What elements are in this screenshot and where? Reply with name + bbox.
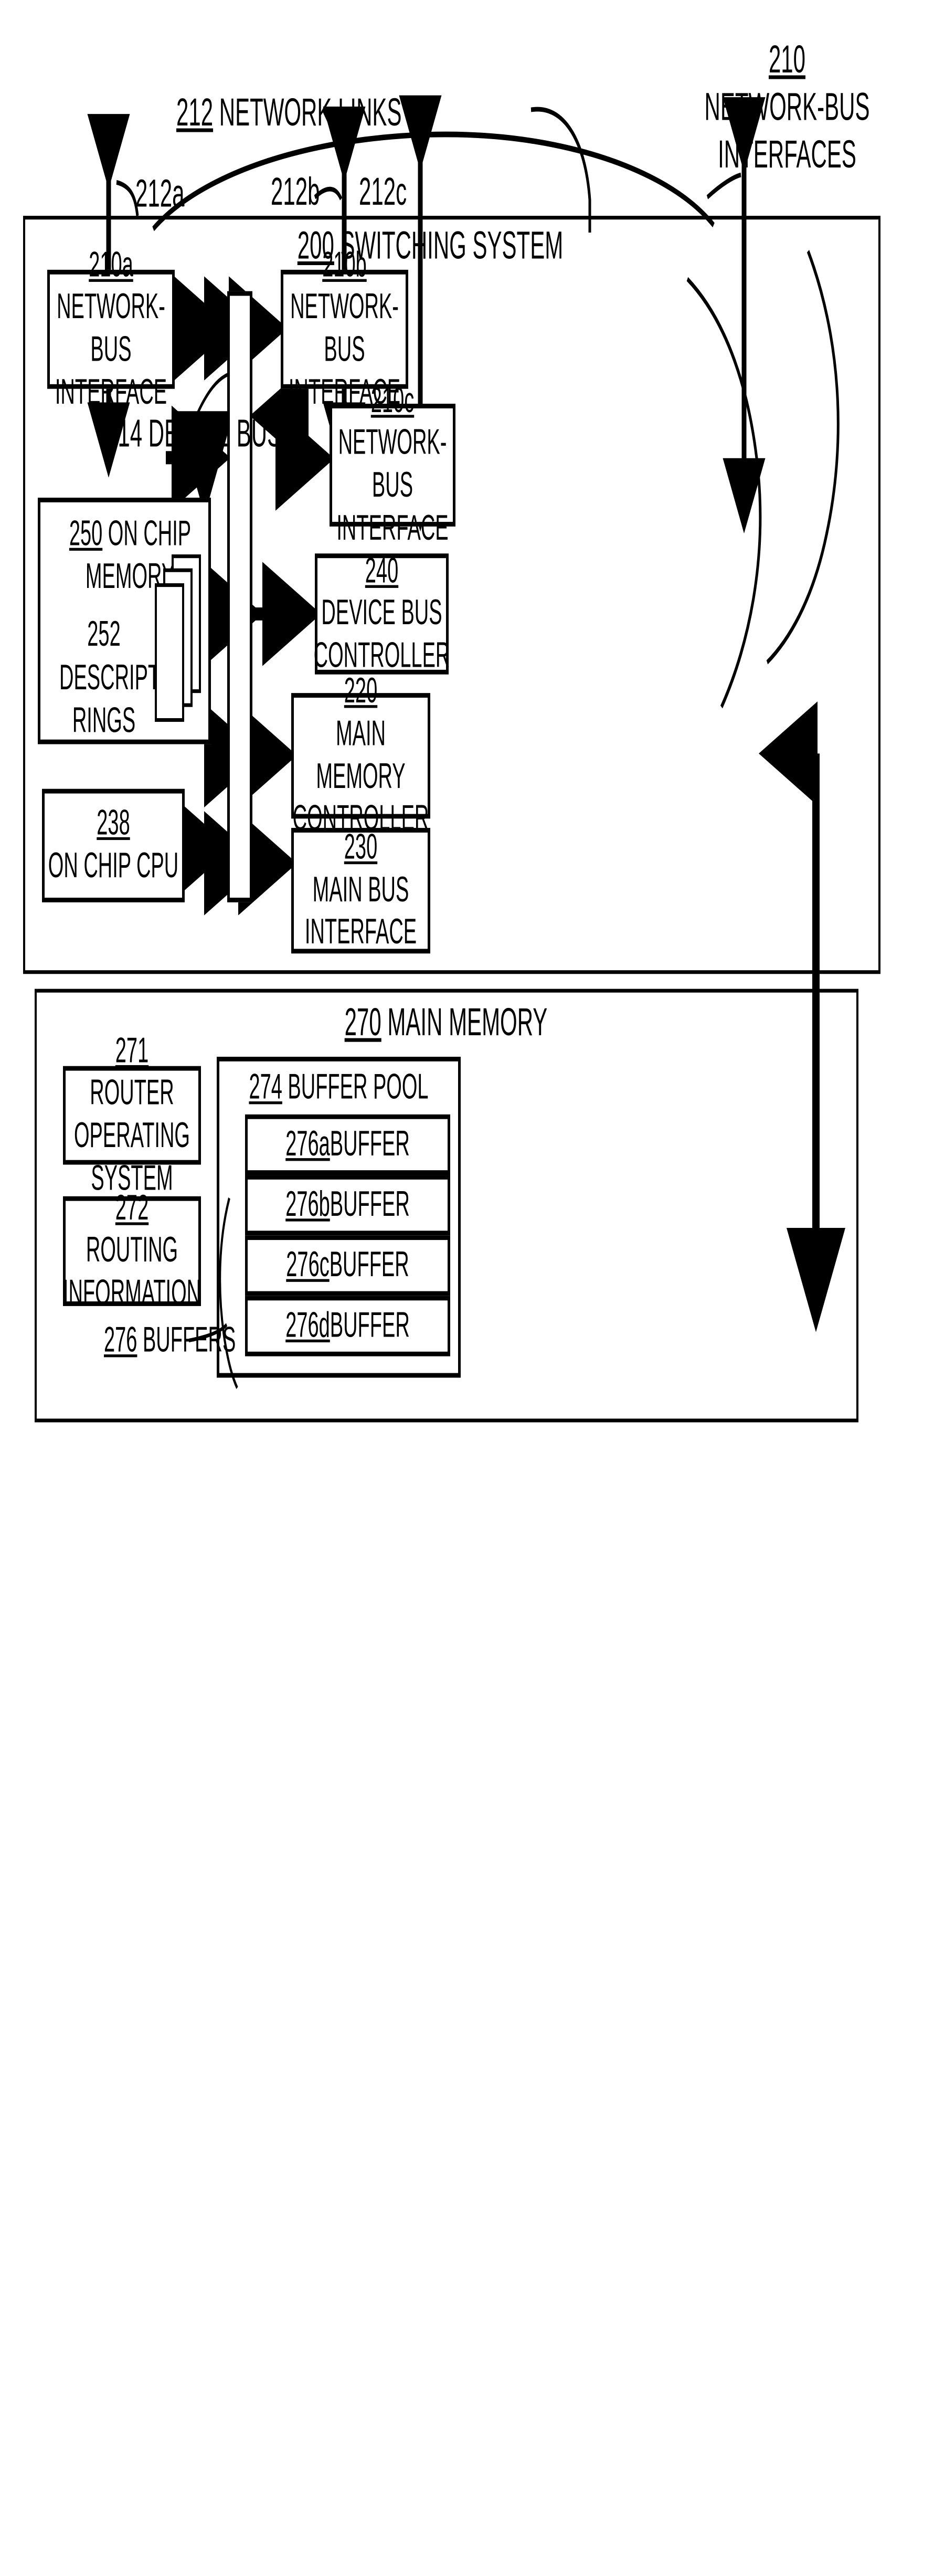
block-210b-line1: NETWORK-BUS bbox=[290, 288, 399, 370]
block-main-memory-controller[interactable]: 220 MAIN MEMORY CONTROLLER bbox=[291, 672, 430, 838]
block-network-bus-interface-a[interactable]: 210a NETWORK-BUS INTERFACE bbox=[47, 245, 175, 412]
device-bus-ref: 214 bbox=[105, 411, 143, 455]
routing-info-line2: INFORMATION bbox=[62, 1273, 201, 1312]
buffer-pool-title: 274 BUFFER POOL bbox=[232, 1068, 445, 1108]
buffer-276b-ref: 276b bbox=[285, 1185, 330, 1224]
router-os-ref: 271 bbox=[115, 1031, 149, 1071]
device-bus-text: DEVICE BUS bbox=[142, 411, 282, 455]
descriptor-rings-stack-icon bbox=[155, 554, 201, 722]
device-bus-label: 214 DEVICE BUS bbox=[105, 409, 282, 457]
network-bus-interfaces-line1: NETWORK-BUS bbox=[704, 85, 870, 129]
main-memory-title: 270 MAIN MEMORY bbox=[210, 1000, 682, 1045]
network-bus-interfaces-ref: 210 bbox=[768, 37, 806, 81]
block-network-bus-interface-c[interactable]: 210c NETWORK-BUS INTERFACE bbox=[330, 381, 455, 548]
network-links-ref: 212 bbox=[176, 90, 214, 134]
link-212c-label: 212c bbox=[359, 169, 407, 213]
main-bus-interface-line2: INTERFACE bbox=[304, 912, 417, 952]
device-bus-bar bbox=[227, 291, 252, 902]
buffer-pool-text: BUFFER POOL bbox=[282, 1068, 429, 1107]
buffer-row-276d[interactable]: 276d BUFFER bbox=[245, 1296, 450, 1357]
buffer-276d-ref: 276d bbox=[285, 1306, 330, 1345]
descriptor-rings-ref: 252 bbox=[87, 615, 121, 655]
descriptor-rings-line1: DESCRIPTOR bbox=[59, 658, 190, 698]
block-routing-information[interactable]: 272 ROUTING INFORMATION bbox=[63, 1189, 201, 1312]
buffer-row-276a[interactable]: 276a BUFFER bbox=[245, 1114, 450, 1175]
device-bus-controller-line1: DEVICE BUS bbox=[321, 593, 442, 633]
buffer-row-276b[interactable]: 276b BUFFER bbox=[245, 1175, 450, 1236]
switching-system-title: 200 SWITCHING SYSTEM bbox=[168, 223, 693, 268]
block-network-bus-interface-b[interactable]: 210b NETWORK-BUS INTERFACE bbox=[281, 245, 408, 412]
buffer-row-276c[interactable]: 276c BUFFER bbox=[245, 1235, 450, 1296]
buffer-276c-text: BUFFER bbox=[329, 1245, 409, 1285]
block-210c-line2: INTERFACE bbox=[336, 508, 449, 548]
on-chip-cpu-line1: ON CHIP CPU bbox=[48, 846, 179, 886]
main-memory-controller-line1: MAIN MEMORY bbox=[316, 714, 406, 796]
descriptor-rings-label: 252 DESCRIPTOR RINGS bbox=[59, 613, 190, 742]
buffer-276b-text: BUFFER bbox=[330, 1185, 410, 1224]
link-212a-label: 212a bbox=[135, 171, 185, 215]
block-main-bus-interface[interactable]: 230 MAIN BUS INTERFACE bbox=[291, 828, 430, 954]
block-210a-ref: 210a bbox=[89, 245, 133, 285]
network-bus-interfaces-label: 210 NETWORK-BUS INTERFACES bbox=[698, 35, 876, 178]
buffer-276d-text: BUFFER bbox=[330, 1306, 410, 1345]
block-210a-line1: NETWORK-BUS bbox=[57, 288, 165, 370]
buffers-label: 276 BUFFERS bbox=[104, 1319, 236, 1362]
network-bus-interfaces-line2: INTERFACES bbox=[718, 132, 856, 176]
buffers-ref: 276 bbox=[104, 1321, 137, 1360]
block-210b-ref: 210b bbox=[322, 245, 367, 285]
main-bus-interface-line1: MAIN BUS bbox=[312, 870, 409, 910]
device-bus-controller-ref: 240 bbox=[365, 551, 399, 591]
routing-info-ref: 272 bbox=[115, 1188, 149, 1228]
block-on-chip-cpu[interactable]: 238 ON CHIP CPU bbox=[42, 788, 185, 902]
link-212b-label: 212b bbox=[271, 169, 320, 213]
on-chip-cpu-ref: 238 bbox=[97, 804, 130, 844]
switching-system-text: SWITCHING SYSTEM bbox=[334, 223, 564, 267]
patent-figure: 212 NETWORK LINKS 210 NETWORK-BUS INTERF… bbox=[0, 0, 934, 1454]
block-device-bus-controller[interactable]: 240 DEVICE BUS CONTROLLER bbox=[314, 551, 450, 675]
block-router-operating-system[interactable]: 271 ROUTER OPERATING SYSTEM bbox=[63, 1032, 201, 1198]
router-os-line1: ROUTER OPERATING bbox=[74, 1074, 190, 1155]
buffer-276a-text: BUFFER bbox=[330, 1124, 410, 1164]
on-chip-memory-ref: 250 bbox=[69, 514, 103, 554]
descriptor-rings-line2: RINGS bbox=[72, 701, 136, 741]
main-memory-controller-ref: 220 bbox=[344, 671, 378, 711]
main-bus-interface-ref: 230 bbox=[344, 828, 378, 867]
block-210c-ref: 210c bbox=[370, 381, 415, 420]
block-210a-line2: INTERFACE bbox=[55, 372, 167, 412]
network-links-text: NETWORK LINKS bbox=[213, 90, 402, 134]
network-links-label: 212 NETWORK LINKS bbox=[176, 88, 401, 136]
routing-info-line1: ROUTING bbox=[86, 1231, 178, 1270]
device-bus-controller-line2: CONTROLLER bbox=[313, 636, 450, 676]
buffer-276c-ref: 276c bbox=[286, 1245, 330, 1285]
main-memory-text: MAIN MEMORY bbox=[381, 1000, 548, 1044]
main-memory-ref: 270 bbox=[344, 1000, 381, 1044]
buffer-pool-ref: 274 bbox=[249, 1068, 282, 1107]
buffer-276a-ref: 276a bbox=[285, 1124, 330, 1164]
block-on-chip-memory[interactable]: 250 ON CHIP MEMORY 252 DESCRIPTOR RINGS bbox=[38, 498, 211, 744]
block-210c-line1: NETWORK-BUS bbox=[338, 423, 447, 506]
